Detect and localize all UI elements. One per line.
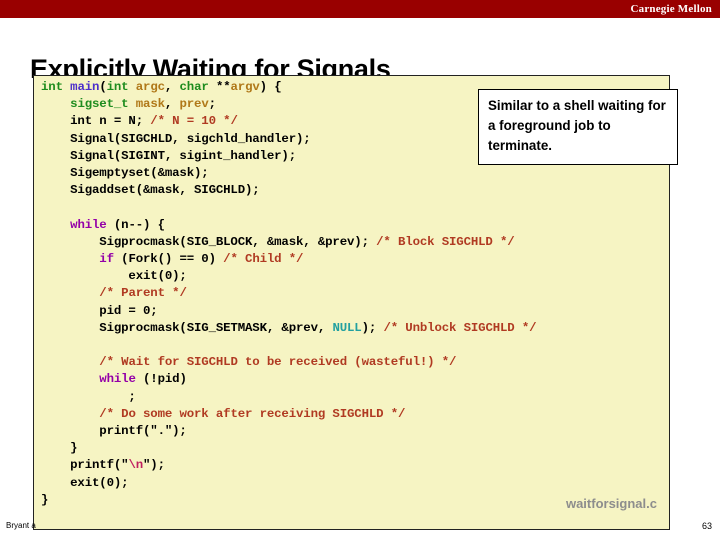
callout-box: Similar to a shell waiting for a foregro… — [478, 89, 678, 165]
page-number: 63 — [701, 521, 712, 531]
source-filename-watermark: waitforsignal.c — [565, 496, 657, 511]
footer-author: Bryant a — [6, 521, 36, 530]
institution-label: Carnegie Mellon — [630, 3, 712, 15]
code-listing: int main(int argc, char **argv) { sigset… — [41, 80, 537, 507]
cmu-banner: Carnegie Mellon — [0, 0, 720, 18]
callout-text: Similar to a shell waiting for a foregro… — [488, 98, 666, 153]
